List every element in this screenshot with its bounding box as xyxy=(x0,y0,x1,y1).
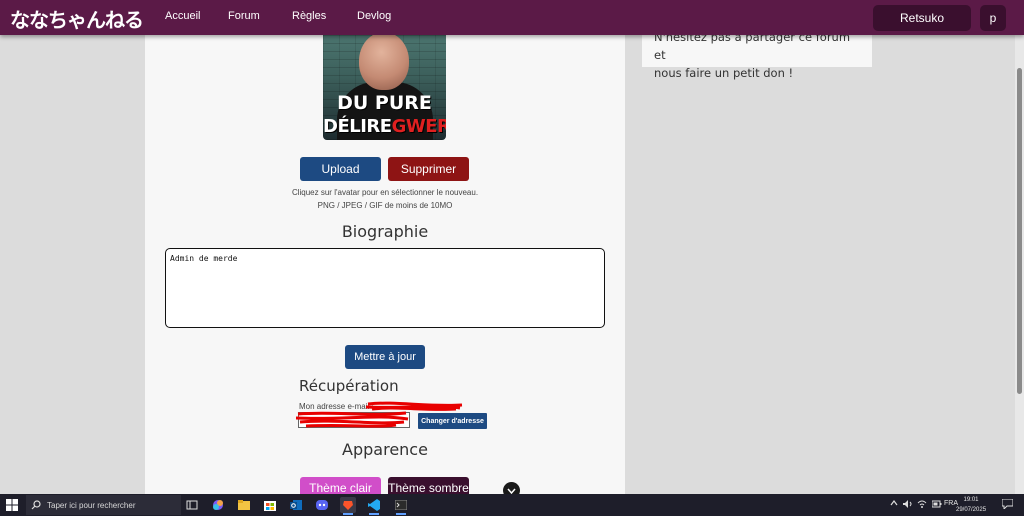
format-hint: PNG / JPEG / GIF de moins de 10MO xyxy=(317,201,453,210)
taskbar-search-placeholder: Taper ici pour rechercher xyxy=(47,500,136,510)
file-explorer-icon[interactable] xyxy=(236,497,252,513)
top-navbar: ななちゃんねる Accueil Forum Règles Devlog Rets… xyxy=(0,0,1024,35)
nav-devlog[interactable]: Devlog xyxy=(357,10,391,22)
os-taskbar: Taper ici pour rechercher FRA 19:01 29/0… xyxy=(0,494,1024,516)
clock-date: 29/07/2025 xyxy=(956,507,987,513)
page-scrollbar-thumb[interactable] xyxy=(1017,68,1022,394)
avatar-caption-red: GWER xyxy=(391,116,446,137)
taskbar-clock[interactable]: 19:01 29/07/2025 xyxy=(956,495,986,515)
biography-textarea[interactable]: Admin de merde xyxy=(165,248,605,328)
avatar-hint: Cliquez sur l'avatar pour en sélectionne… xyxy=(291,188,479,197)
avatar-image[interactable]: DU PURE DÉLIREGWER xyxy=(323,26,446,140)
active-app-indicator xyxy=(343,513,353,515)
copilot-icon[interactable] xyxy=(210,497,226,513)
chevron-down-icon xyxy=(507,488,516,494)
redaction-scribble xyxy=(296,401,463,428)
avatar-figure-head xyxy=(359,32,409,90)
search-icon xyxy=(31,500,41,510)
profile-button[interactable]: p xyxy=(980,5,1006,31)
battery-icon[interactable] xyxy=(931,500,942,510)
delete-avatar-button[interactable]: Supprimer xyxy=(388,157,469,181)
nav-forum[interactable]: Forum xyxy=(228,10,260,22)
tray-chevron-up-icon[interactable] xyxy=(890,500,898,508)
site-logo[interactable]: ななちゃんねる xyxy=(10,4,144,33)
avatar-caption-white: DÉLIRE xyxy=(323,116,392,137)
clock-time: 19:01 xyxy=(963,497,979,503)
running-app-indicator xyxy=(369,513,379,515)
network-icon[interactable] xyxy=(917,500,927,510)
outlook-icon[interactable] xyxy=(288,497,304,513)
notifications-icon[interactable] xyxy=(1001,498,1014,511)
running-app-indicator xyxy=(396,513,406,515)
volume-icon[interactable] xyxy=(903,500,913,510)
user-menu-button[interactable]: Retsuko xyxy=(873,5,971,31)
task-view-icon[interactable] xyxy=(184,497,200,513)
nav-accueil[interactable]: Accueil xyxy=(165,10,200,22)
avatar-caption-line1: DU PURE xyxy=(337,92,432,114)
terminal-icon[interactable] xyxy=(393,497,409,515)
appearance-title: Apparence xyxy=(342,440,428,459)
taskbar-search[interactable]: Taper ici pour rechercher xyxy=(26,495,181,515)
avatar-caption-line2: DÉLIREGWER xyxy=(323,116,446,137)
biography-title: Biographie xyxy=(341,222,429,241)
vscode-icon[interactable] xyxy=(366,497,382,515)
recovery-title: Récupération xyxy=(299,377,399,395)
brave-browser-icon[interactable] xyxy=(340,497,356,515)
discord-icon[interactable] xyxy=(314,497,330,513)
upload-button[interactable]: Upload xyxy=(300,157,381,181)
windows-start-icon[interactable] xyxy=(6,499,18,511)
update-bio-button[interactable]: Mettre à jour xyxy=(345,345,425,369)
donation-line2: nous faire un petit don ! xyxy=(654,66,794,80)
nav-regles[interactable]: Règles xyxy=(292,10,326,22)
ms-store-icon[interactable] xyxy=(262,497,278,513)
